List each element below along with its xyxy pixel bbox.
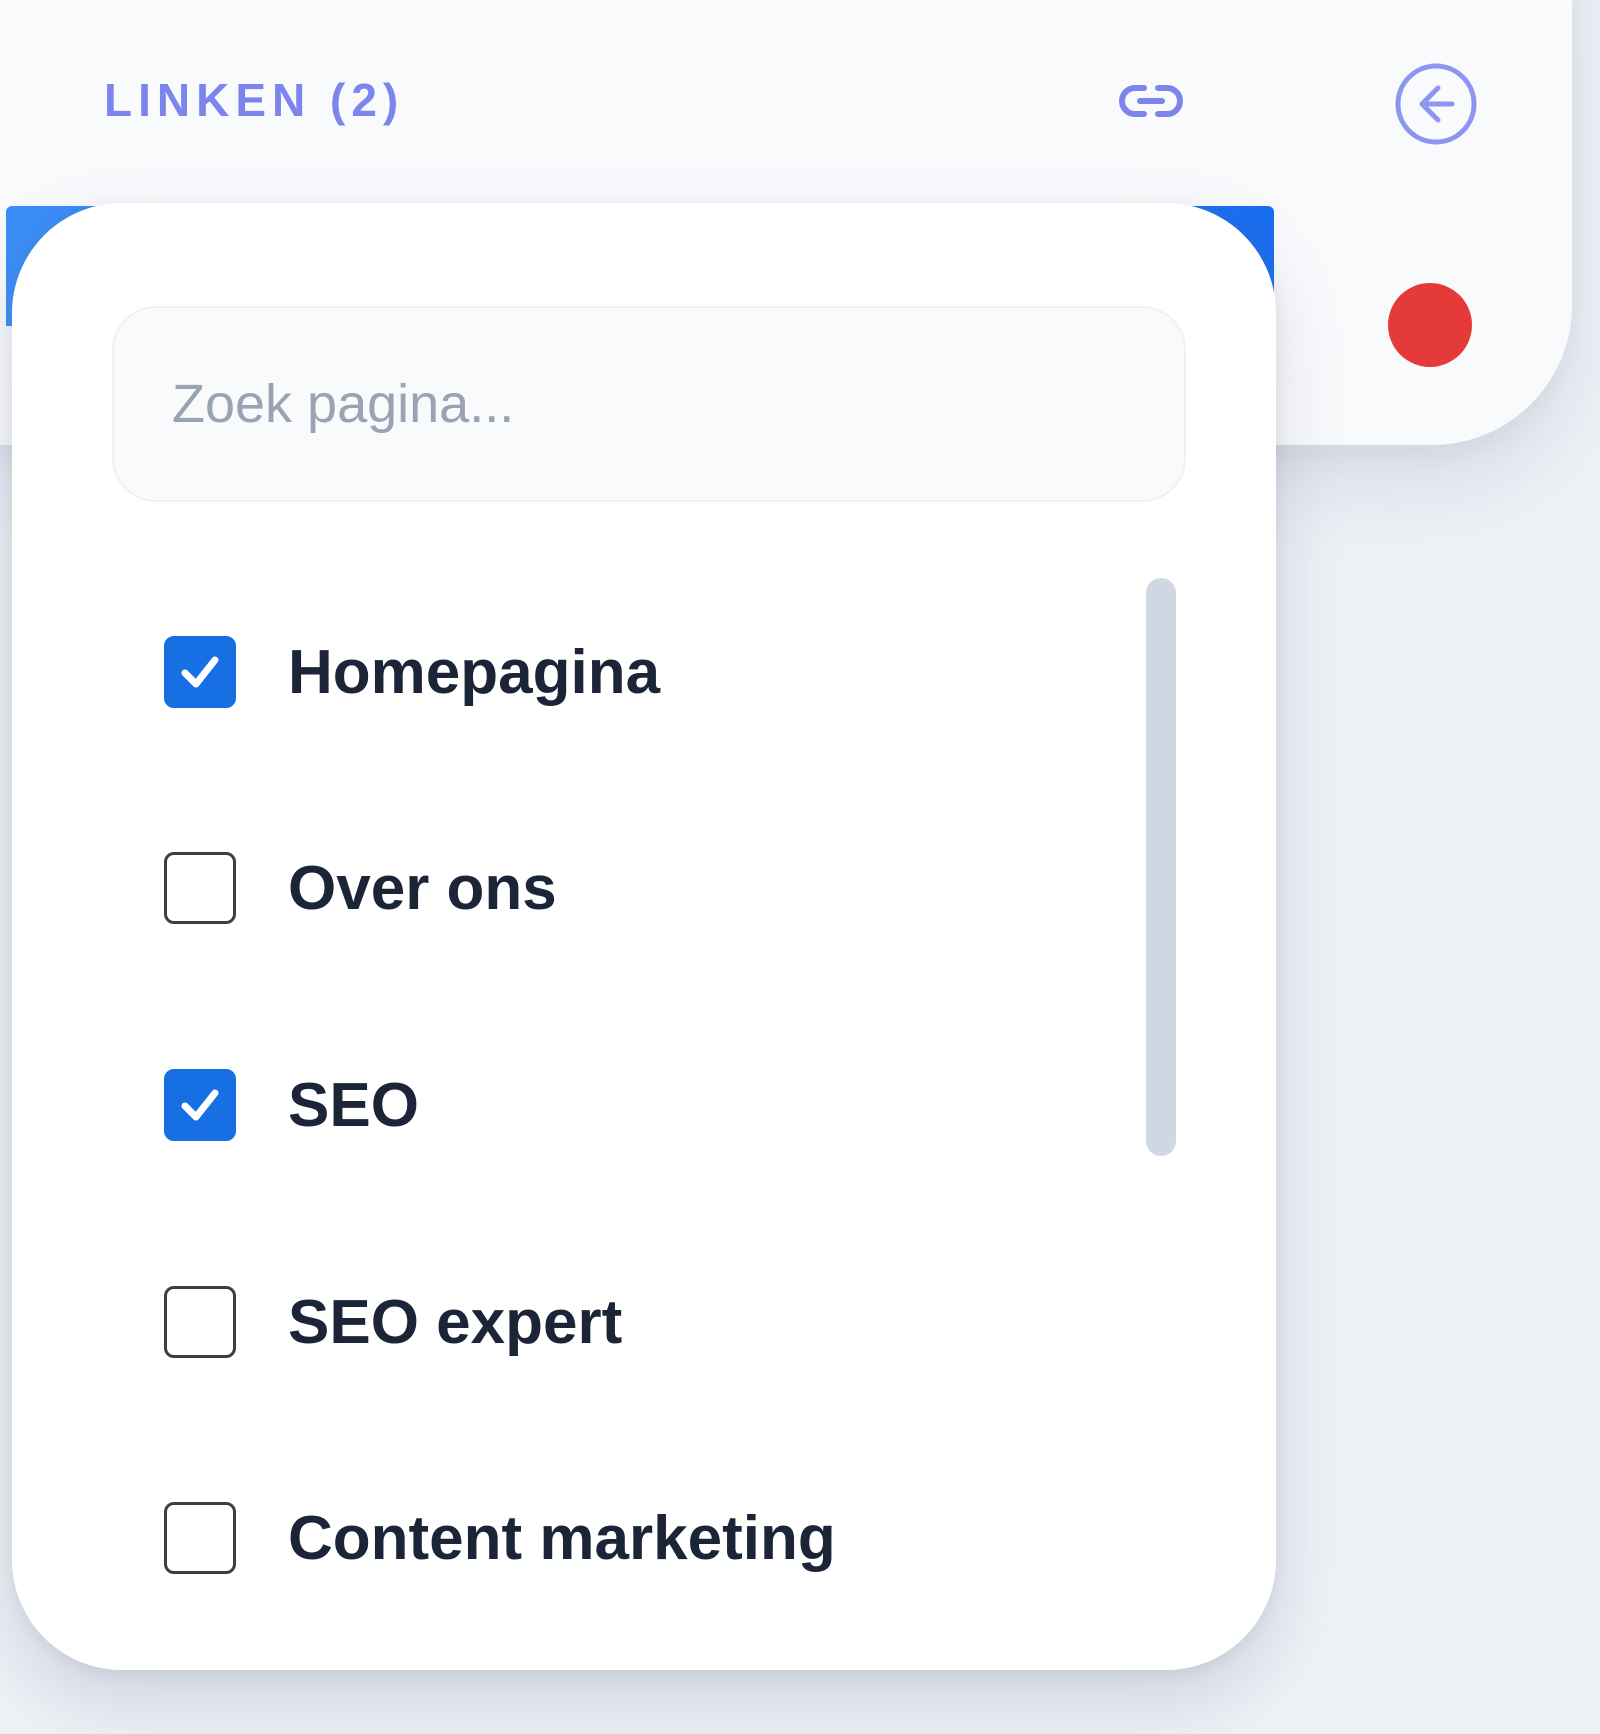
links-header-title: LINKEN (2) [104, 74, 405, 126]
checkbox-checked[interactable] [164, 1069, 236, 1141]
checkmark-icon [181, 1089, 219, 1121]
checkbox-unchecked[interactable] [164, 1502, 236, 1574]
option-seo-expert[interactable]: SEO expert [164, 1262, 622, 1382]
option-label: SEO expert [288, 1287, 623, 1357]
option-seo[interactable]: SEO [164, 1045, 419, 1165]
scrollbar-thumb[interactable] [1146, 578, 1176, 1156]
option-label: Homepagina [288, 637, 661, 707]
option-over-ons[interactable]: Over ons [164, 828, 557, 948]
option-homepagina[interactable]: Homepagina [164, 612, 660, 732]
option-content-marketing[interactable]: Content marketing [164, 1478, 836, 1598]
page-options-list: Homepagina Over ons SEO SEO expert Conte… [12, 203, 1276, 1670]
arrow-left-circle-icon[interactable] [1394, 62, 1478, 146]
checkbox-unchecked[interactable] [164, 1286, 236, 1358]
checkbox-checked[interactable] [164, 636, 236, 708]
status-dot [1388, 283, 1472, 367]
link-icon [1118, 76, 1184, 126]
checkbox-unchecked[interactable] [164, 852, 236, 924]
option-label: SEO [288, 1070, 419, 1140]
option-label: Over ons [288, 853, 557, 923]
checkmark-icon [181, 656, 219, 688]
option-label: Content marketing [288, 1503, 836, 1573]
page-link-dropdown: Homepagina Over ons SEO SEO expert Conte… [12, 203, 1276, 1670]
